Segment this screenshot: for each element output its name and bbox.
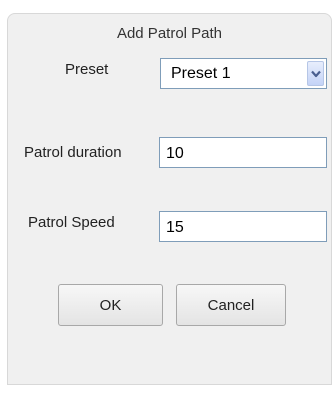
dialog-title: Add Patrol Path bbox=[116, 25, 223, 42]
patrol-speed-input[interactable]: 15 bbox=[159, 211, 327, 242]
ok-button[interactable]: OK bbox=[58, 284, 163, 326]
chevron-down-icon bbox=[310, 70, 321, 77]
preset-select-value: Preset 1 bbox=[171, 65, 231, 82]
preset-label: Preset bbox=[65, 61, 109, 78]
dropdown-arrow-button[interactable] bbox=[307, 61, 324, 86]
cancel-button[interactable]: Cancel bbox=[176, 284, 286, 326]
patrol-duration-value: 10 bbox=[166, 145, 184, 162]
patrol-speed-label: Patrol Speed bbox=[28, 214, 115, 231]
patrol-duration-input[interactable]: 10 bbox=[159, 137, 327, 168]
patrol-duration-label: Patrol duration bbox=[24, 144, 122, 161]
patrol-speed-value: 15 bbox=[166, 219, 184, 236]
add-patrol-path-dialog: Add Patrol Path Preset Preset 1 Patrol d… bbox=[7, 13, 332, 385]
preset-select[interactable]: Preset 1 bbox=[160, 58, 327, 89]
